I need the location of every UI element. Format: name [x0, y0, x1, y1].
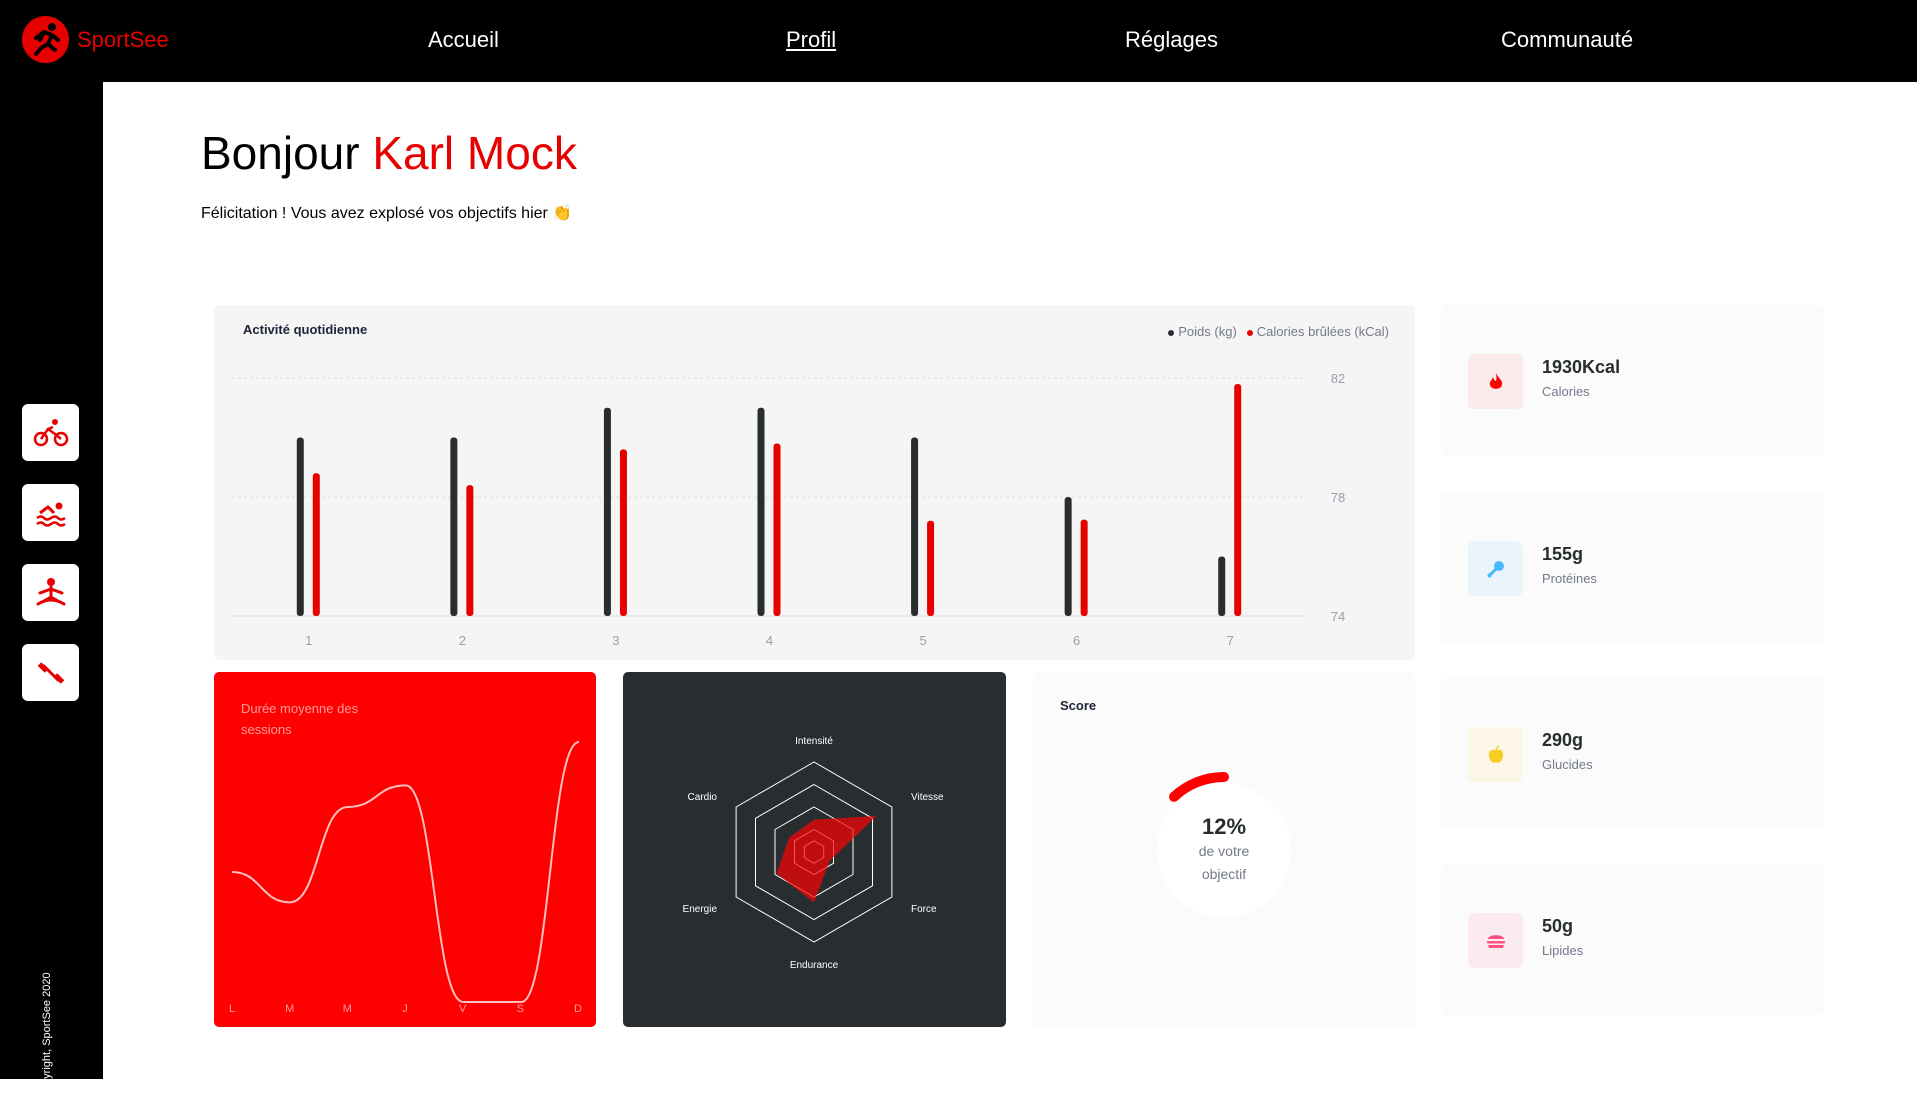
radar-axis-label: Intensité [795, 736, 833, 747]
score-chart-card: Score 12% de votre objectif [1033, 672, 1415, 1027]
score-caption-2: objectif [1201, 866, 1247, 882]
nav-accueil[interactable]: Accueil [428, 27, 499, 53]
left-sidebar: Copyright, SportSee 2020 [0, 82, 103, 1099]
keydata-card-carbs: 290g Glucides [1441, 678, 1824, 829]
activity-x-tick: 2 [459, 633, 466, 648]
activity-weight-bar [603, 407, 611, 616]
activity-x-tick: 3 [612, 633, 619, 648]
activity-calories-bar [1234, 383, 1242, 616]
performance-radar-chart: Intensité Vitesse Force Endurance Energie Car… [683, 736, 945, 971]
activity-calories-bar [1080, 519, 1088, 616]
activity-y-tick: 78 [1331, 490, 1345, 505]
nav-reglages[interactable]: Réglages [1125, 27, 1218, 53]
proteins-value: 155g [1542, 544, 1584, 564]
keydata-card-lipids: 50g Lipides [1441, 864, 1824, 1015]
activity-weight-bar [1064, 497, 1072, 616]
sessions-x-tick: V [459, 1003, 467, 1015]
keydata-card-calories: 1930Kcal Calories [1441, 305, 1824, 456]
flame-icon [1468, 354, 1523, 409]
top-navbar: SportSee Accueil Profil Réglages Communa… [0, 0, 1917, 82]
runner-logo-icon [22, 16, 69, 63]
carbs-value: 290g [1542, 730, 1584, 750]
radar-axis-label: Cardio [688, 792, 718, 803]
activity-calories-bar [466, 485, 474, 616]
activity-weight-bar [296, 437, 304, 616]
performance-radar-card: Intensité Vitesse Force Endurance Energie Car… [623, 672, 1006, 1027]
calories-value: 1930Kcal [1542, 357, 1621, 377]
radar-axis-label: Endurance [790, 960, 839, 971]
greeting-word: Bonjour [201, 127, 360, 179]
score-caption-1: de votre [1198, 843, 1250, 859]
activity-chart-card: Activité quotidienne Poids (kg) Calories… [214, 305, 1415, 660]
lipids-value: 50g [1542, 916, 1574, 936]
swim-icon [35, 502, 66, 527]
sessions-x-tick: M [285, 1003, 294, 1015]
activity-weight-bar [757, 407, 765, 616]
nav-profil[interactable]: Profil [786, 27, 836, 53]
sessions-line-chart: LMMJVSD [229, 741, 582, 1015]
proteins-label: Protéines [1542, 571, 1597, 586]
activity-x-tick: 5 [919, 633, 926, 648]
calories-label: Calories [1542, 384, 1590, 399]
activity-weight-bar [1218, 556, 1226, 616]
copyright-text: Copyright, SportSee 2020 [41, 972, 53, 1099]
bike-icon [33, 418, 68, 446]
activity-weight-bar [450, 437, 458, 616]
activity-calories-bar [619, 449, 627, 616]
radar-axis-label: Vitesse [911, 792, 944, 803]
apple-icon [1468, 727, 1523, 782]
congrats-message: Félicitation ! Vous avez explosé vos obj… [201, 205, 573, 222]
radar-axis-label: Energie [683, 904, 718, 915]
sidebar-item-swimming[interactable] [22, 484, 79, 541]
user-name: Karl Mock [372, 127, 577, 179]
burger-icon [1468, 913, 1523, 968]
sessions-x-tick: D [574, 1003, 582, 1015]
sidebar-item-cycling[interactable] [22, 404, 79, 461]
activity-y-tick: 74 [1331, 609, 1345, 624]
sessions-line [231, 741, 580, 1003]
nav-communaute[interactable]: Communauté [1501, 27, 1633, 53]
activity-calories-bar [927, 520, 935, 616]
chicken-icon [1468, 541, 1523, 596]
sidebar-item-yoga[interactable] [22, 564, 79, 621]
yoga-icon [36, 577, 65, 605]
sessions-x-tick: M [343, 1003, 352, 1015]
keydata-card-proteins: 155g Protéines [1441, 492, 1824, 643]
carbs-label: Glucides [1542, 757, 1593, 772]
logo[interactable]: SportSee [22, 16, 169, 63]
activity-x-tick: 4 [766, 633, 773, 648]
sessions-x-tick: L [229, 1003, 235, 1015]
score-label: 12% de votre objectif [1033, 814, 1415, 886]
activity-calories-bar [312, 473, 320, 616]
lipids-label: Lipides [1542, 943, 1584, 958]
activity-x-tick: 1 [305, 633, 312, 648]
app-name: SportSee [77, 26, 169, 52]
page-title: Bonjour Karl Mock [201, 126, 577, 180]
radar-axis-label: Force [911, 904, 937, 915]
dumbbell-icon [37, 661, 64, 684]
activity-x-tick: 6 [1073, 633, 1080, 648]
activity-y-tick: 82 [1331, 371, 1345, 386]
activity-weight-bar [911, 437, 919, 616]
score-percentage: 12% [1201, 814, 1247, 839]
sidebar-item-weights[interactable] [22, 644, 79, 701]
activity-calories-bar [773, 443, 781, 616]
sessions-x-tick: J [402, 1003, 408, 1015]
sessions-x-tick: S [517, 1003, 524, 1015]
activity-bar-chart: 74 78 82 1 2 3 4 5 6 7 [232, 371, 1345, 648]
activity-x-tick: 7 [1227, 633, 1234, 648]
sessions-chart-card: Durée moyenne des sessions LMMJVSD [214, 672, 596, 1027]
